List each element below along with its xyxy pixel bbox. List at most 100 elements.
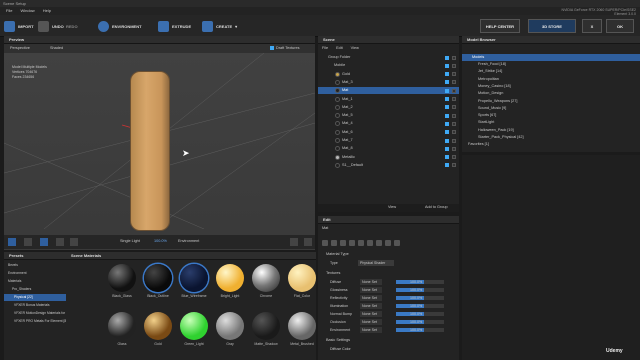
menu-window[interactable]: Window (20, 7, 34, 15)
material-thumbnail[interactable] (144, 312, 172, 340)
gear-icon[interactable] (394, 240, 400, 246)
lock-toggle[interactable] (452, 55, 456, 60)
menu-file[interactable]: File (6, 7, 12, 15)
preset-item[interactable]: Physical [22] (4, 294, 66, 301)
visibility-toggle[interactable] (445, 163, 449, 168)
visibility-toggle[interactable] (445, 113, 449, 118)
texture-slot[interactable]: None Set (360, 295, 382, 301)
lock-toggle[interactable] (452, 130, 456, 135)
scene-item[interactable]: Mat_2 (318, 104, 459, 111)
help-center-button[interactable]: HELP CENTER (480, 19, 520, 33)
texture-slot[interactable]: None Set (360, 279, 382, 285)
browser-item[interactable]: Halloween_Pack [19] (462, 127, 640, 134)
scene-item[interactable]: Mat_4 (318, 120, 459, 127)
lock-toggle[interactable] (452, 146, 456, 151)
browser-root-models[interactable]: Models (462, 54, 640, 61)
property-value[interactable]: 100.0% (410, 295, 422, 301)
screenshot-icon[interactable] (290, 238, 298, 246)
scene-item[interactable]: Mat_6 (318, 129, 459, 136)
preset-item[interactable]: VFXER Bonus Materials (4, 302, 66, 309)
texture-slot[interactable]: None Set (360, 311, 382, 317)
redo-button[interactable]: REDO (66, 19, 78, 33)
browser-item[interactable]: Motion_Design (462, 90, 640, 97)
mobile-model[interactable] (130, 71, 170, 231)
uv-icon[interactable] (340, 240, 346, 246)
lock-toggle[interactable] (452, 155, 456, 160)
lock-toggle[interactable] (452, 88, 456, 93)
lock-toggle[interactable] (452, 105, 456, 110)
deform-icon[interactable] (376, 240, 382, 246)
browser-item[interactable]: Sports [67] (462, 112, 640, 119)
visibility-toggle[interactable] (445, 63, 449, 68)
create-button[interactable]: CREATE ▾ (202, 19, 237, 33)
property-value[interactable]: 100.0% (410, 287, 422, 293)
ok-button[interactable]: OK (606, 19, 634, 33)
property-value[interactable]: 100.0% (410, 303, 422, 309)
scene-item[interactable]: Mobile (318, 62, 459, 69)
visibility-toggle[interactable] (445, 146, 449, 151)
light-select[interactable]: Single Light (120, 239, 140, 243)
extrude-button[interactable]: EXTRUDE (158, 19, 191, 33)
preset-item[interactable]: Pro_Shaders (4, 286, 66, 293)
preset-item[interactable]: VFXER MotionDesign Materials for Element (4, 310, 66, 317)
visibility-toggle[interactable] (445, 155, 449, 160)
material-thumbnail[interactable] (108, 312, 136, 340)
browser-item[interactable]: Propello_Weapons [27] (462, 98, 640, 105)
browser-item[interactable]: StartLight (462, 119, 640, 126)
preset-item[interactable]: Environment (4, 270, 66, 277)
texture-slot[interactable]: None Set (360, 303, 382, 309)
material-thumbnail[interactable] (180, 264, 208, 292)
scene-item[interactable]: Mat_7 (318, 137, 459, 144)
browser-item[interactable]: Favorites [1] (462, 141, 640, 148)
store-button[interactable]: 3D STORE (528, 19, 576, 33)
visibility-toggle[interactable] (445, 88, 449, 93)
browser-item[interactable]: Starter_Pack_Physical [42] (462, 134, 640, 141)
scene-item[interactable]: Mat (318, 87, 459, 95)
visibility-toggle[interactable] (445, 130, 449, 135)
texture-icon[interactable] (331, 240, 337, 246)
menu-help[interactable]: Help (43, 7, 51, 15)
lock-toggle[interactable] (452, 138, 456, 143)
draft-textures-checkbox[interactable] (270, 46, 274, 50)
material-icon[interactable] (322, 240, 328, 246)
preset-item[interactable]: VFXER PRO Metals For Element [8] (4, 318, 66, 325)
close-button[interactable]: X (582, 19, 602, 33)
scene-item[interactable]: S1__Default (318, 162, 459, 169)
light-value[interactable]: 100.0% (154, 239, 167, 243)
fullscreen-icon[interactable] (304, 238, 312, 246)
light-icon[interactable] (358, 240, 364, 246)
visibility-toggle[interactable] (445, 80, 449, 85)
add-to-group-button[interactable]: Add to Group (425, 205, 448, 209)
material-thumbnail[interactable] (144, 264, 172, 292)
lock-toggle[interactable] (452, 72, 456, 77)
texture-slot[interactable]: None Set (360, 327, 382, 333)
property-value[interactable]: 100.0% (410, 319, 422, 325)
material-thumbnail[interactable] (216, 312, 244, 340)
material-thumbnail[interactable] (288, 312, 316, 340)
browser-item[interactable]: Sound_Music [9] (462, 105, 640, 112)
visibility-toggle[interactable] (445, 121, 449, 126)
scale-icon[interactable] (70, 238, 78, 246)
material-thumbnail[interactable] (216, 264, 244, 292)
transform-icon[interactable] (40, 238, 48, 246)
import-button[interactable]: IMPORT (4, 19, 34, 33)
material-thumbnail[interactable] (252, 312, 280, 340)
environment-button[interactable]: ENVIRONMENT (98, 19, 142, 33)
shading-select[interactable]: Shaded (50, 46, 63, 50)
lock-toggle[interactable] (452, 63, 456, 68)
material-thumbnail[interactable] (108, 264, 136, 292)
reflect-icon[interactable] (349, 240, 355, 246)
scene-item[interactable]: Mat_8 (318, 145, 459, 152)
camera-select[interactable]: Perspective (10, 46, 30, 50)
browser-item[interactable]: Metropolitan (462, 76, 640, 83)
scene-menu-view[interactable]: View (351, 44, 359, 52)
scene-item[interactable]: Gold (318, 71, 459, 78)
scene-item[interactable]: Mat_5 (318, 112, 459, 119)
preset-item[interactable]: Materials (4, 278, 66, 285)
visibility-toggle[interactable] (445, 55, 449, 60)
material-thumbnail[interactable] (180, 312, 208, 340)
lock-toggle[interactable] (452, 163, 456, 168)
view-select[interactable]: View (388, 205, 396, 209)
scene-item[interactable]: Mat_3 (318, 79, 459, 86)
preset-item[interactable]: Bevels (4, 262, 66, 269)
